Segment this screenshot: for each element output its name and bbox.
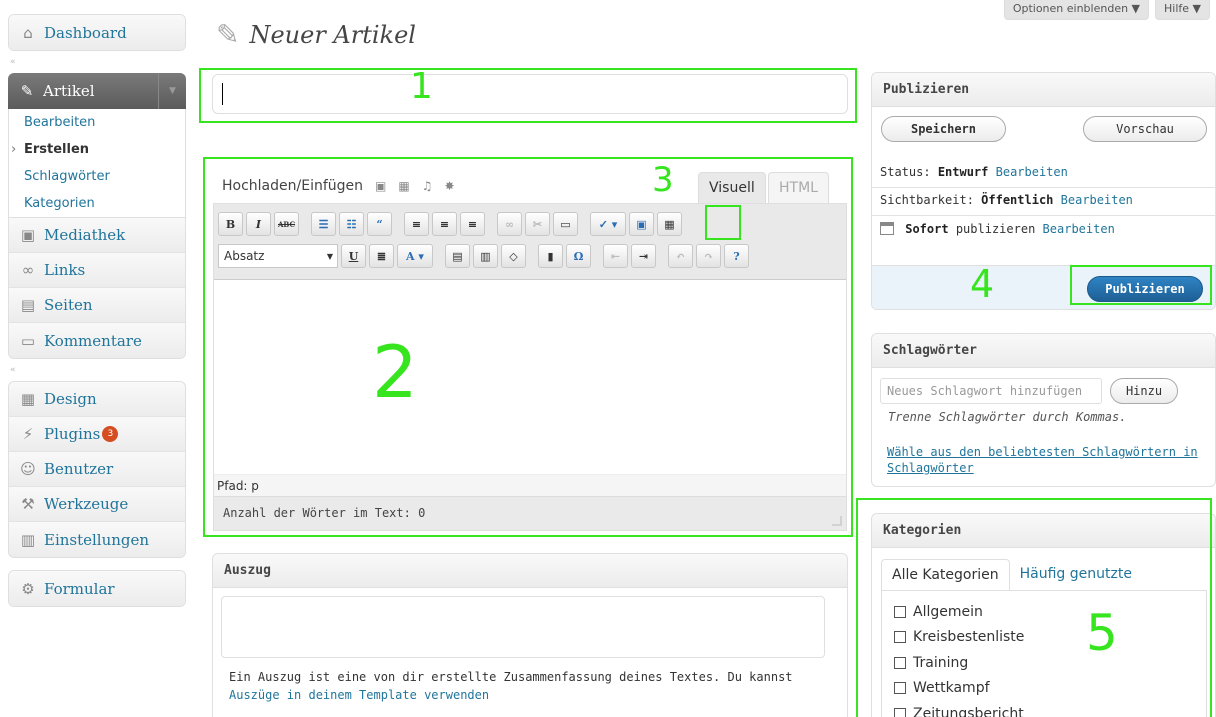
home-icon: ⌂ (23, 23, 33, 42)
page-title-text: Neuer Artikel (249, 20, 416, 49)
sidebar-item-einstellungen[interactable]: ▥ Einstellungen (9, 522, 185, 557)
plugin-update-badge: 3 (102, 426, 119, 442)
sidebar-item-label: Artikel (43, 82, 95, 100)
annotation-number-4: 4 (970, 262, 995, 306)
menu-group-dashboard: ⌂ Dashboard (8, 14, 186, 51)
status-label: Status: (880, 165, 931, 179)
submenu-item-schlagwoerter[interactable]: Schlagwörter (9, 163, 185, 190)
annotation-number-5: 5 (1086, 604, 1118, 662)
excerpt-textarea[interactable] (221, 596, 825, 658)
collapse-arrow-icon[interactable]: « (8, 363, 186, 377)
submenu-item-erstellen[interactable]: Erstellen (9, 136, 185, 163)
sidebar-item-kommentare[interactable]: ▭ Kommentare (9, 323, 185, 358)
pages-icon: ▤ (20, 296, 36, 314)
sidebar-item-label: Benutzer (44, 460, 114, 478)
popular-tags-link[interactable]: Wähle aus den beliebtesten Schlagwörtern… (887, 444, 1207, 476)
schedule-value: Sofort (905, 222, 949, 236)
annotation-box-5 (856, 498, 1212, 717)
tags-title[interactable]: Schlagwörter (872, 334, 1215, 368)
schedule-line: Sofort publizieren Bearbeiten (880, 222, 1210, 236)
page-title: ✎ Neuer Artikel (216, 18, 416, 51)
submenu-item-bearbeiten[interactable]: Bearbeiten (9, 109, 185, 136)
calendar-icon (880, 222, 894, 235)
status-value: Entwurf (937, 165, 989, 179)
sidebar-item-artikel[interactable]: ✎ Artikel ▼ (8, 73, 186, 109)
schedule-edit-link[interactable]: Bearbeiten (1043, 222, 1115, 236)
screen-options-bar: Optionen einblenden ▼ Hilfe ▼ (1003, 0, 1210, 20)
visibility-label: Sichtbarkeit: (880, 193, 974, 207)
status-line: Status: Entwurf Bearbeiten (880, 165, 1210, 179)
menu-group-content: ▣ Mediathek ∞ Links ▤ Seiten ▭ Kommentar… (8, 218, 186, 359)
save-draft-button[interactable]: Speichern (881, 116, 1006, 142)
annotation-number-1: 1 (410, 66, 433, 107)
sidebar-item-mediathek[interactable]: ▣ Mediathek (9, 218, 185, 253)
sidebar-item-design[interactable]: ▦ Design (9, 382, 185, 417)
sidebar-item-benutzer[interactable]: ☺ Benutzer (9, 452, 185, 487)
visibility-edit-link[interactable]: Bearbeiten (1061, 193, 1133, 207)
sidebar-item-formular[interactable]: ⚙ Formular (9, 571, 185, 606)
sidebar-item-label: Mediathek (44, 226, 126, 244)
sidebar-item-links[interactable]: ∞ Links (9, 253, 185, 288)
menu-group-settings: ▦ Design ⚡ Plugins 3 ☺ Benutzer ⚒ Werkze… (8, 381, 186, 558)
excerpt-description: Ein Auszug ist eine von dir erstellte Zu… (229, 668, 829, 704)
collapse-arrow-icon[interactable]: « (8, 55, 186, 69)
gear-icon: ⚙ (21, 579, 35, 598)
sidebar-item-label: Seiten (44, 296, 93, 314)
sidebar-item-dashboard[interactable]: ⌂ Dashboard (9, 15, 185, 50)
annotation-number-3: 3 (652, 160, 674, 200)
sidebar-item-plugins[interactable]: ⚡ Plugins 3 (9, 417, 185, 452)
menu-group-formular: ⚙ Formular (8, 570, 186, 607)
screen-options-tab[interactable]: Optionen einblenden ▼ (1003, 0, 1150, 20)
pushpin-icon: ✎ (20, 82, 34, 100)
schedule-label: publizieren (955, 222, 1036, 236)
sidebar-item-label: Werkzeuge (44, 495, 129, 513)
sidebar-item-seiten[interactable]: ▤ Seiten (9, 288, 185, 323)
new-tag-input[interactable]: Neues Schlagwort hinzufügen (880, 378, 1102, 404)
excerpt-description-text: Ein Auszug ist eine von dir erstellte Zu… (229, 670, 793, 684)
annotation-box-1 (199, 68, 857, 123)
settings-icon: ▥ (20, 530, 36, 549)
pushpin-icon: ✎ (216, 18, 240, 51)
media-icon: ▣ (20, 226, 36, 244)
sidebar-item-label: Formular (44, 579, 115, 598)
admin-sidebar: ⌂ Dashboard « ✎ Artikel ▼ Bearbeiten Ers… (8, 14, 186, 607)
annotation-number-2: 2 (372, 330, 418, 414)
submenu-item-kategorien[interactable]: Kategorien (9, 190, 185, 217)
menu-group-artikel: ✎ Artikel ▼ Bearbeiten Erstellen Schlagw… (8, 73, 186, 218)
design-icon: ▦ (20, 390, 36, 408)
annotation-box-4 (1070, 265, 1212, 305)
sidebar-item-label: Einstellungen (44, 530, 150, 549)
sidebar-item-werkzeuge[interactable]: ⚒ Werkzeuge (9, 487, 185, 522)
publish-title[interactable]: Publizieren (872, 73, 1215, 107)
excerpt-template-link[interactable]: Auszüge in deinem Template verwenden (229, 688, 489, 702)
excerpt-title[interactable]: Auszug (213, 554, 847, 588)
annotation-box-3 (705, 205, 741, 240)
status-edit-link[interactable]: Bearbeiten (996, 165, 1068, 179)
excerpt-box: Auszug Ein Auszug ist eine von dir erste… (212, 553, 848, 717)
visibility-line: Sichtbarkeit: Öffentlich Bearbeiten (880, 193, 1210, 207)
tags-hint: Trenne Schlagwörter durch Kommas. (888, 410, 1127, 424)
artikel-submenu: Bearbeiten Erstellen Schlagwörter Katego… (8, 109, 186, 218)
sidebar-item-label: Links (44, 261, 86, 279)
tools-icon: ⚒ (21, 495, 35, 513)
help-tab[interactable]: Hilfe ▼ (1155, 0, 1210, 20)
sidebar-item-label: Plugins (44, 425, 101, 443)
tags-box: Schlagwörter Neues Schlagwort hinzufügen… (871, 333, 1216, 487)
plugin-icon: ⚡ (22, 425, 34, 443)
visibility-value: Öffentlich (981, 193, 1054, 207)
submenu-toggle-icon[interactable]: ▼ (158, 73, 186, 109)
users-icon: ☺ (20, 460, 36, 478)
sidebar-item-label: Kommentare (44, 331, 142, 350)
sidebar-item-label: Dashboard (44, 23, 127, 42)
link-icon: ∞ (21, 261, 35, 279)
preview-button[interactable]: Vorschau (1083, 116, 1207, 142)
annotation-box-2 (203, 157, 853, 537)
sidebar-item-label: Design (44, 390, 97, 408)
add-tag-button[interactable]: Hinzu (1110, 378, 1178, 404)
comment-icon: ▭ (20, 331, 36, 350)
